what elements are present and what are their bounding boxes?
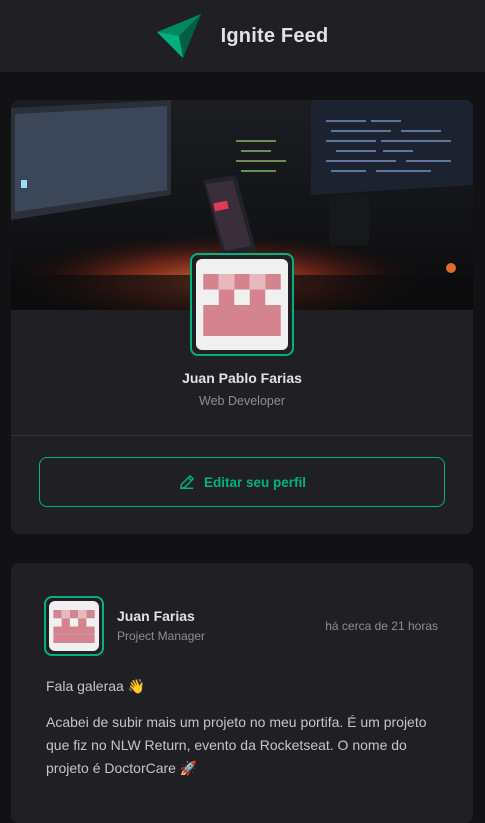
edit-profile-label: Editar seu perfil [203, 474, 307, 490]
post-paragraph: Acabei de subir mais um projeto no meu p… [46, 714, 427, 776]
pencil-icon [179, 475, 194, 490]
post-timestamp[interactable]: há cerca de 21 horas [325, 619, 438, 633]
post-card: Juan Farias Project Manager há cerca de … [11, 563, 473, 823]
profile-card: Juan Pablo Farias Web Developer Editar s… [11, 100, 473, 534]
pixel-avatar-icon [53, 609, 95, 643]
post-paragraph: Fala galeraa 👋 [46, 678, 146, 694]
app-title: Ignite Feed [220, 24, 329, 47]
profile-role: Web Developer [199, 394, 285, 408]
ignite-logo-icon [156, 14, 201, 58]
post-author-name: Juan Farias [117, 608, 195, 624]
edit-profile-button[interactable]: Editar seu perfil [39, 457, 445, 507]
app-header: Ignite Feed [0, 0, 485, 72]
profile-name: Juan Pablo Farias [182, 370, 302, 386]
profile-divider [11, 435, 473, 436]
profile-avatar[interactable] [190, 253, 294, 356]
pixel-avatar-icon [203, 273, 281, 336]
post-author-role: Project Manager [117, 629, 206, 643]
post-author-avatar[interactable] [44, 596, 104, 656]
